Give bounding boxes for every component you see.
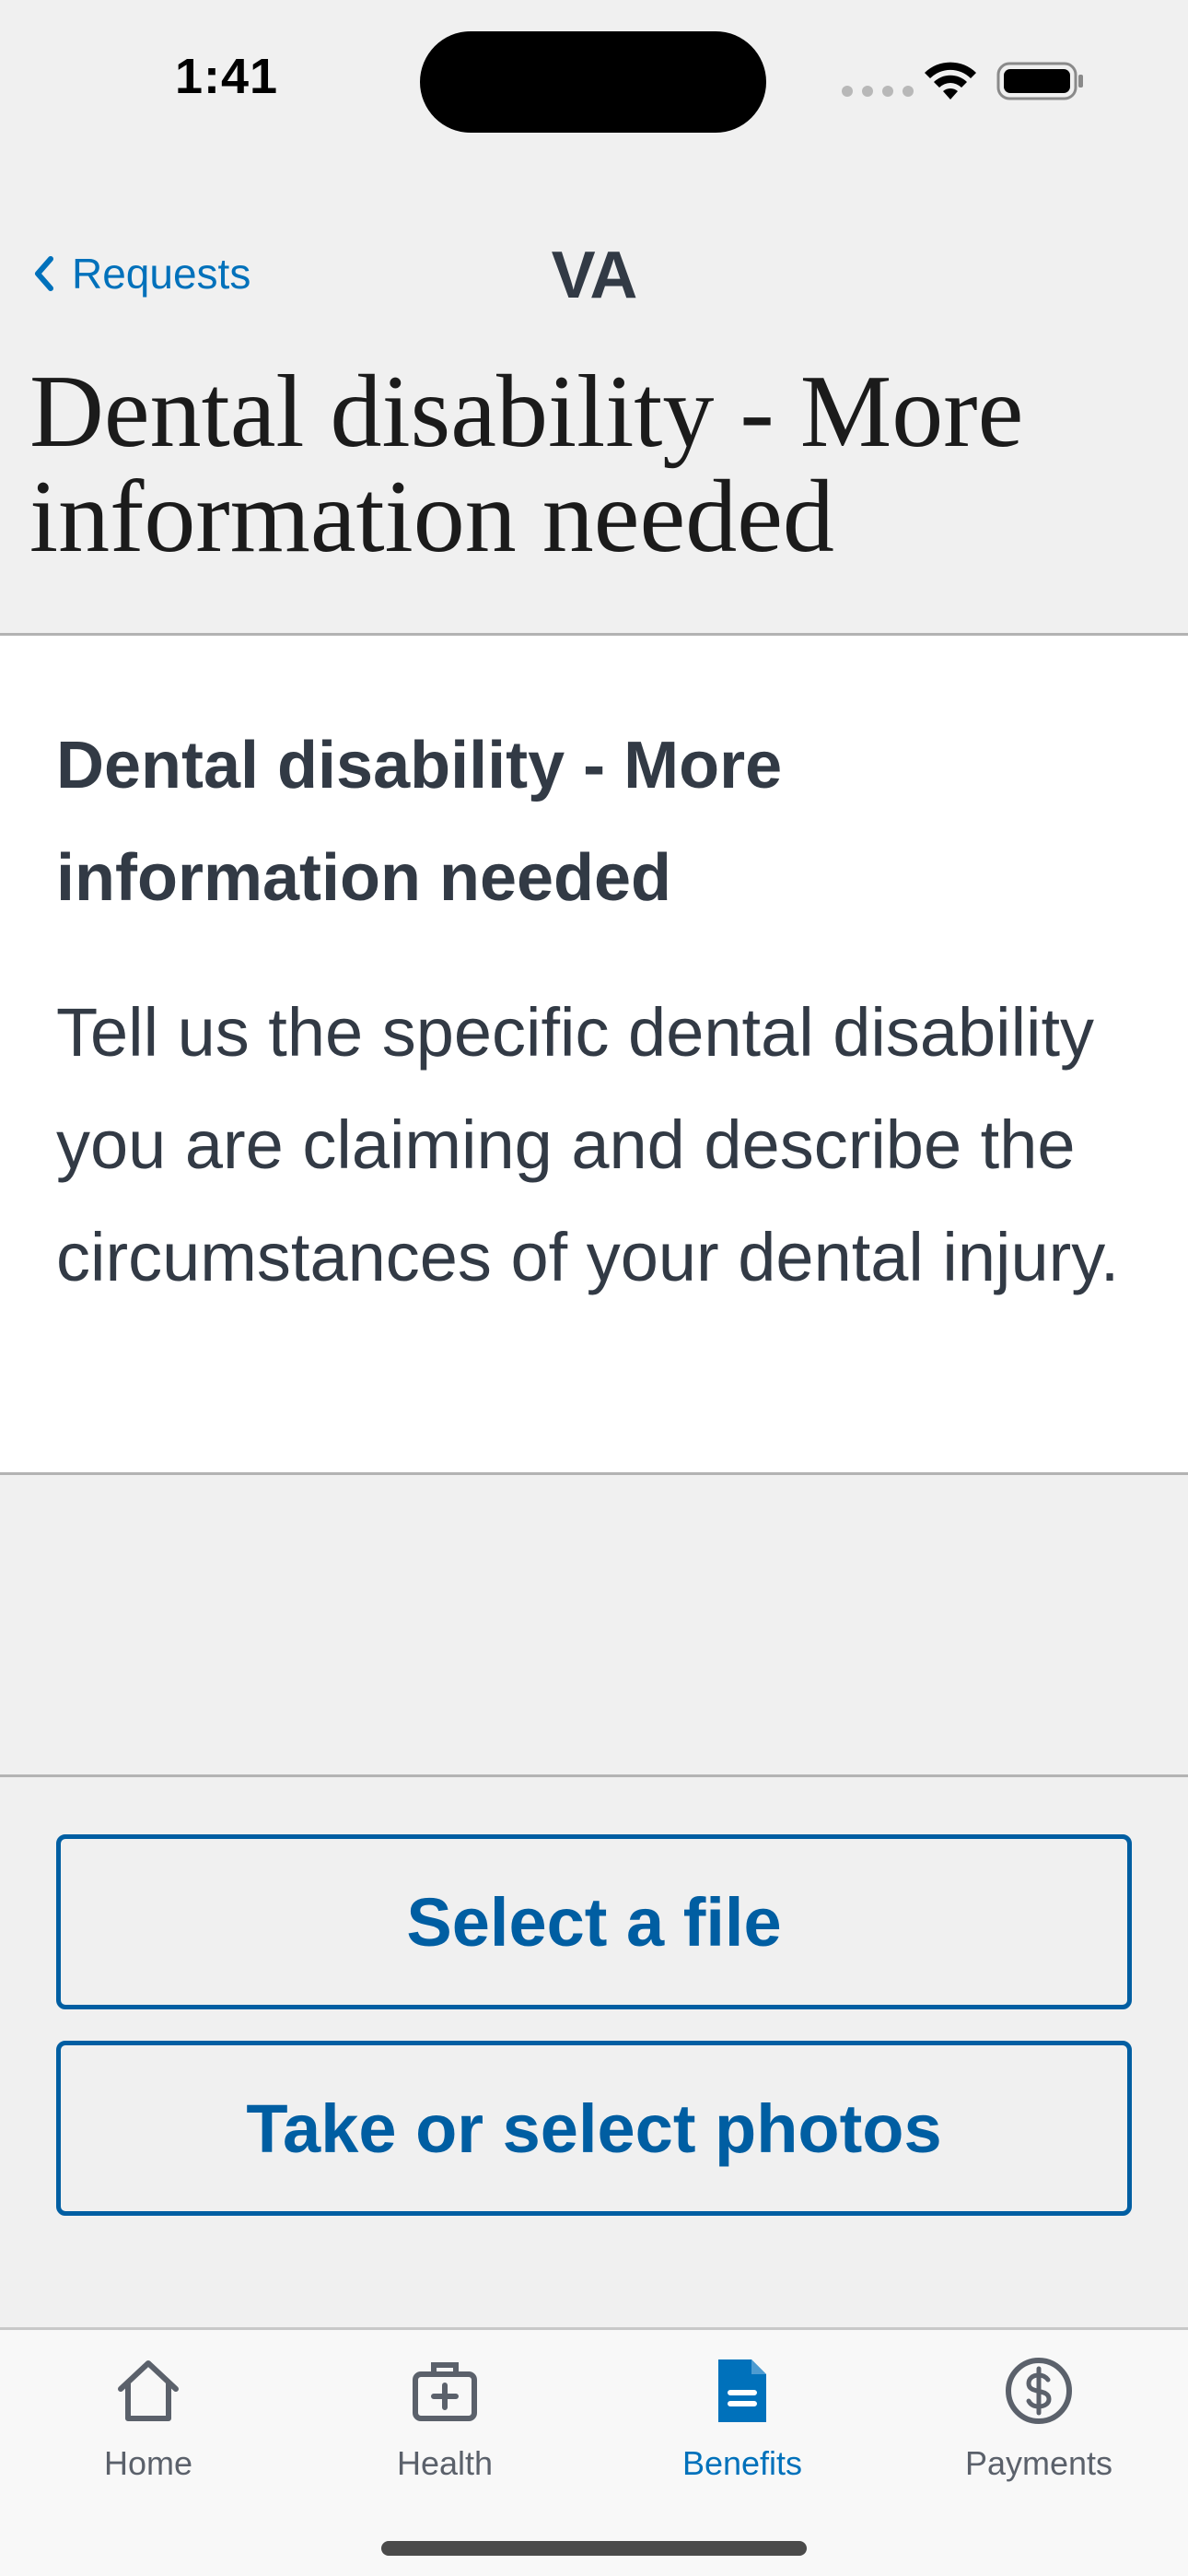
card-description: Tell us the specific dental disability y…: [56, 994, 1120, 1295]
tab-home[interactable]: Home: [29, 2354, 268, 2483]
request-details-card: Dental disability - More information nee…: [0, 633, 1188, 1475]
card-heading: Dental disability - More information nee…: [56, 729, 783, 915]
tab-home-label: Home: [103, 2444, 193, 2482]
battery-icon: [996, 62, 1083, 100]
file-upload-actions: Select a file Take or select photos: [0, 1774, 1188, 2327]
wifi-icon: [925, 62, 976, 100]
tab-health-label: Health: [396, 2444, 494, 2482]
va-logo: VA: [551, 239, 638, 312]
select-file-button[interactable]: Select a file: [56, 1834, 1132, 2009]
tab-benefits-label: Benefits: [681, 2444, 803, 2482]
screen: 1:41 Requests VA Dental disability - Mor…: [0, 0, 1188, 2576]
tab-payments-label: Payments: [964, 2444, 1113, 2482]
cellular-signal-icon: [842, 86, 914, 97]
status-time: 1:41: [175, 49, 279, 104]
tab-benefits[interactable]: Benefits: [623, 2354, 862, 2483]
tab-payments[interactable]: Payments: [919, 2354, 1159, 2483]
home-icon: [118, 2360, 179, 2421]
dollar-circle-icon: [1006, 2358, 1072, 2424]
tab-bar: Home Health Benefits Payments: [0, 2327, 1188, 2576]
page-title: Dental disability - More information nee…: [29, 355, 1024, 574]
medical-kit-icon: [413, 2362, 477, 2421]
document-icon: [718, 2359, 766, 2422]
dynamic-island: [420, 31, 766, 133]
status-bar: 1:41: [0, 0, 1188, 157]
take-or-select-photos-button[interactable]: Take or select photos: [56, 2041, 1132, 2216]
home-indicator[interactable]: [381, 2541, 807, 2556]
tab-health[interactable]: Health: [325, 2354, 565, 2483]
